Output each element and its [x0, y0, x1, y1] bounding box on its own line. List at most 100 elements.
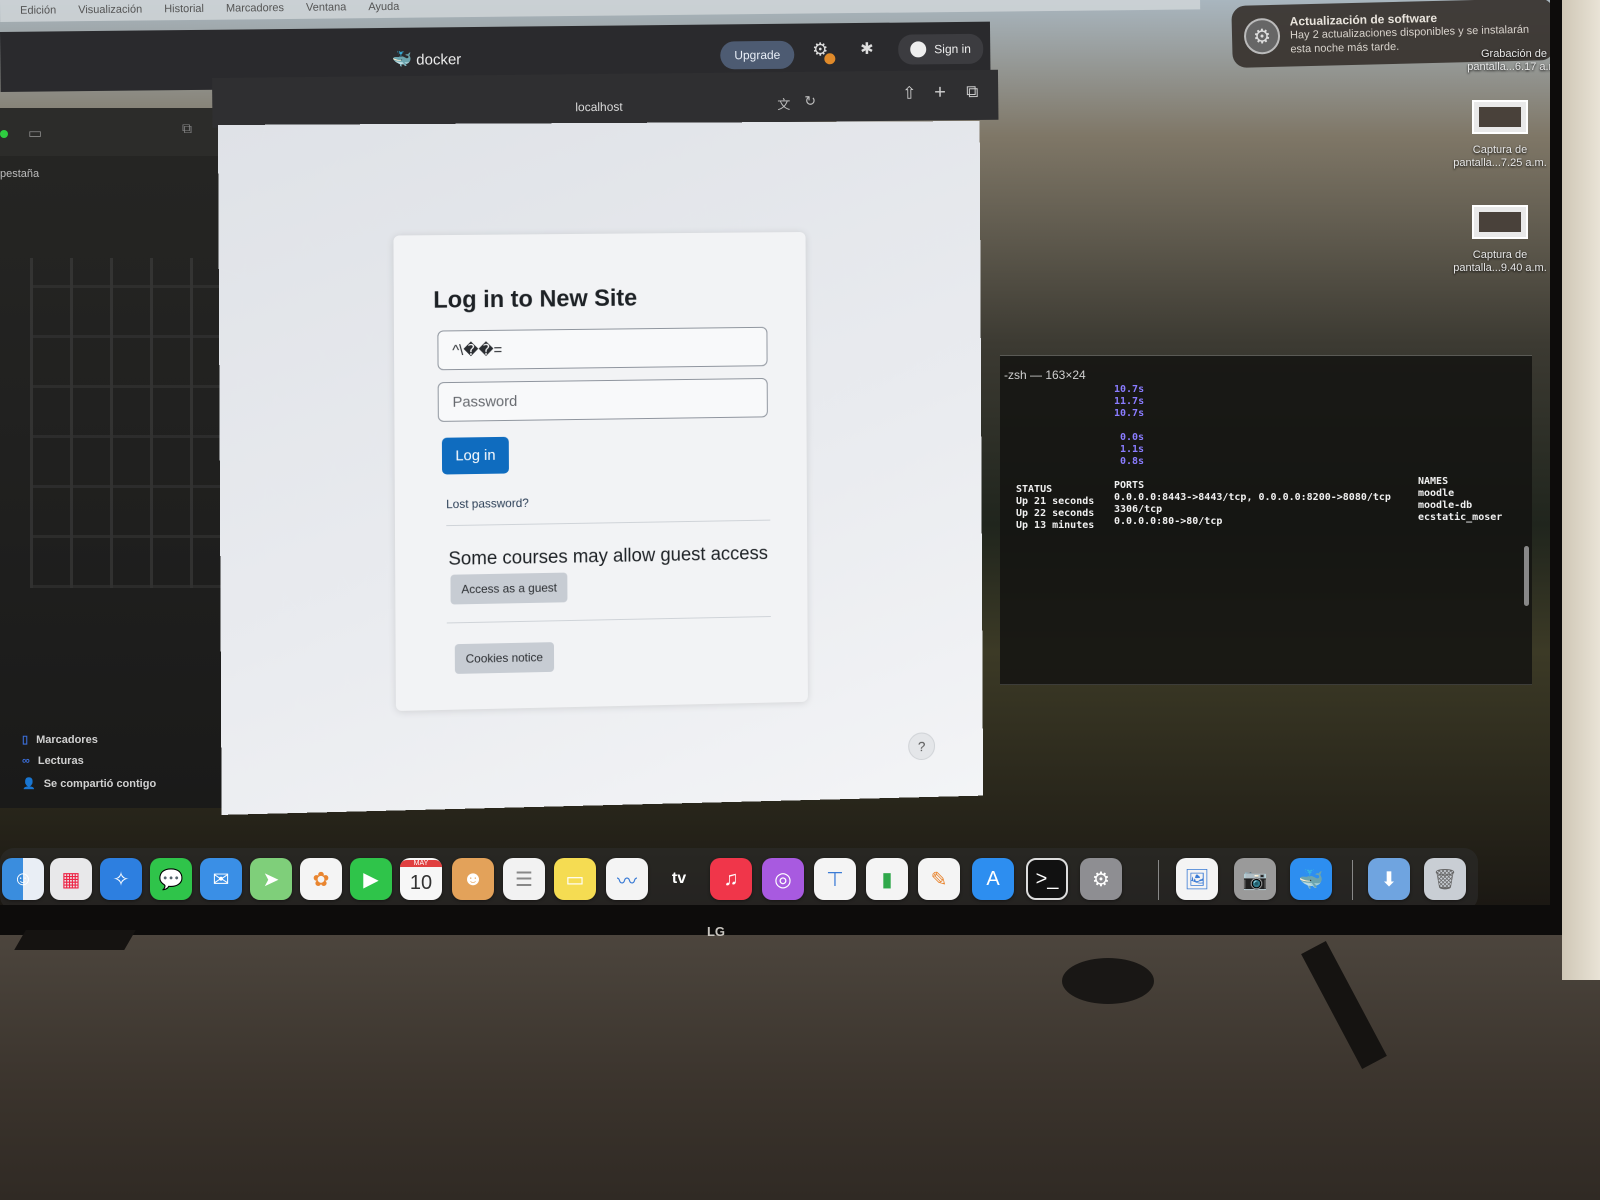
terminal-time: 0.8s [1120, 456, 1145, 467]
terminal-status-cell: Up 21 seconds [1016, 496, 1095, 507]
terminal-scrollbar[interactable] [1524, 546, 1529, 606]
translate-icon[interactable]: 文 [777, 94, 790, 113]
sign-in-button[interactable]: Sign in [898, 33, 984, 65]
browser-toolbar: localhost 文 ↻ ⇧ + ⧉ [212, 69, 999, 128]
safari-icon[interactable]: ✧ [100, 858, 142, 900]
terminal-status-cell: Up 22 seconds [1016, 508, 1095, 519]
contacts-icon[interactable]: ☻ [452, 858, 494, 900]
username-field[interactable] [437, 326, 768, 371]
guest-access-heading: Some courses may allow guest access [448, 543, 769, 570]
desktop-file-label: Captura de pantalla...9.40 a.m. [1453, 249, 1547, 274]
docker-whale-icon: 🐳 [392, 51, 413, 69]
terminal-time: 10.7s [1114, 384, 1145, 395]
menu-item-ayuda[interactable]: Ayuda [368, 1, 399, 13]
desktop-file-label: Grabación de pantalla...6.17 a.m. [1467, 48, 1550, 73]
downloads-icon[interactable]: ⬇ [1368, 858, 1410, 900]
troubleshoot-bug-icon[interactable]: ✱ [860, 39, 874, 59]
desktop-file-captura-2[interactable]: Captura de pantalla...9.40 a.m. [1440, 205, 1550, 275]
upgrade-button[interactable]: Upgrade [720, 40, 795, 70]
finder-icon[interactable]: ☺ [2, 858, 44, 900]
share-icon[interactable]: ⇧ [902, 84, 916, 104]
screenshot-icon[interactable]: 📷 [1234, 858, 1276, 900]
preview-icon[interactable]: 🖼 [1176, 858, 1218, 900]
page-title: Log in to New Site [433, 284, 638, 314]
guest-access-button[interactable]: Access as a guest [450, 572, 568, 605]
terminal-ports-cell: 3306/tcp [1114, 504, 1163, 515]
maps-icon[interactable]: ➤ [250, 858, 292, 900]
sidebar-item-marcadores[interactable]: ▯ Marcadores [22, 733, 98, 747]
sidebar-item-label: Marcadores [36, 733, 98, 746]
sign-in-label: Sign in [934, 41, 972, 57]
dock-separator [1352, 860, 1353, 900]
monitor-brand-logo: LG [706, 924, 726, 939]
settings-gear-icon: ⚙ [1243, 17, 1281, 55]
numbers-icon[interactable]: ▮ [866, 858, 908, 900]
tab-overview-icon[interactable]: ⧉ [966, 82, 978, 102]
appletv-icon[interactable]: tv [658, 858, 700, 900]
terminal-window[interactable]: -zsh — 163×24 10.7s 11.7s 10.7s 0.0s 1.1… [1000, 355, 1532, 685]
desk-surface [0, 935, 1600, 1200]
terminal-name-cell: ecstatic_moser [1418, 512, 1503, 523]
tab-overview-icon[interactable]: ⧉ [182, 120, 192, 137]
facetime-icon[interactable]: ▶ [350, 858, 392, 900]
help-button[interactable]: ? [908, 732, 936, 761]
notes-icon[interactable]: ▭ [554, 858, 596, 900]
monitor-stand-left [14, 930, 136, 950]
mail-icon[interactable]: ✉ [200, 858, 242, 900]
screenshot-thumbnail-icon [1472, 205, 1528, 239]
address-bar[interactable]: localhost [575, 100, 623, 114]
menu-item-ventana[interactable]: Ventana [306, 1, 346, 13]
sidebar-item-compartido[interactable]: 👤 Se compartió contigo [22, 777, 156, 791]
menu-bar: Edición Visualización Historial Marcador… [0, 0, 1201, 22]
sidebar-item-label: Lecturas [37, 755, 84, 767]
terminal-time: 1.1s [1120, 444, 1145, 455]
divider [446, 616, 771, 624]
menu-item-visualizacion[interactable]: Visualización [78, 4, 142, 17]
docker-logo-text: docker [416, 50, 462, 69]
terminal-name-cell: moodle-db [1418, 500, 1473, 511]
messages-icon[interactable]: 💬 [150, 858, 192, 900]
system-settings-icon[interactable]: ⚙ [1080, 858, 1122, 900]
reminders-icon[interactable]: ☰ [503, 858, 545, 900]
new-tab-icon[interactable]: + [934, 81, 946, 104]
keynote-icon[interactable]: ⊤ [814, 858, 856, 900]
terminal-ports-cell: 0.0.0.0:80->80/tcp [1114, 516, 1223, 527]
left-tab-label[interactable]: pestaña [0, 168, 39, 180]
dock-separator [1158, 860, 1159, 900]
cookies-notice-button[interactable]: Cookies notice [454, 642, 554, 674]
pages-icon[interactable]: ✎ [918, 858, 960, 900]
trash-icon[interactable]: 🗑 [1424, 858, 1466, 900]
appstore-icon[interactable]: A [972, 858, 1014, 900]
shared-icon: 👤 [22, 778, 36, 790]
terminal-time: 11.7s [1114, 396, 1145, 407]
screen: Edición Visualización Historial Marcador… [0, 0, 1550, 905]
calendar-icon[interactable]: MAY 10 [400, 858, 442, 900]
lost-password-link[interactable]: Lost password? [446, 496, 529, 511]
terminal-icon[interactable]: >_ [1026, 858, 1068, 900]
password-field[interactable] [437, 377, 768, 422]
reading-list-icon: ∞ [22, 755, 30, 767]
menu-item-marcadores[interactable]: Marcadores [226, 2, 284, 15]
screenshot-thumbnail-icon [1472, 100, 1528, 134]
docker-icon[interactable]: 🐳 [1290, 858, 1332, 900]
terminal-name-cell: moodle [1418, 488, 1455, 499]
terminal-ports-cell: 0.0.0.0:8443->8443/tcp, 0.0.0.0:8200->80… [1114, 492, 1391, 503]
window-zoom-dot-icon[interactable] [0, 130, 8, 138]
freeform-icon[interactable]: 〰 [606, 858, 648, 900]
sidebar-item-lecturas[interactable]: ∞ Lecturas [22, 755, 84, 767]
reload-icon[interactable]: ↻ [804, 93, 816, 110]
desktop-file-label: Captura de pantalla...7.25 a.m. [1453, 144, 1547, 169]
sidebar-toggle-icon[interactable]: ▭ [28, 124, 42, 142]
podcasts-icon[interactable]: ◎ [762, 858, 804, 900]
music-icon[interactable]: ♫ [710, 858, 752, 900]
web-page: Log in to New Site Log in Lost password?… [218, 121, 984, 815]
desktop-file-captura-1[interactable]: Captura de pantalla...7.25 a.m. [1440, 100, 1550, 170]
login-button[interactable]: Log in [441, 436, 509, 475]
photos-icon[interactable]: ✿ [300, 858, 342, 900]
menu-item-historial[interactable]: Historial [164, 3, 204, 15]
window-reflection [30, 258, 230, 588]
launchpad-icon[interactable]: ▦ [50, 858, 92, 900]
menu-item-edicion[interactable]: Edición [20, 4, 56, 16]
appletv-label: tv [671, 870, 687, 887]
desktop-file-grabacion[interactable]: Grabación de pantalla...6.17 a.m. [1454, 48, 1550, 74]
